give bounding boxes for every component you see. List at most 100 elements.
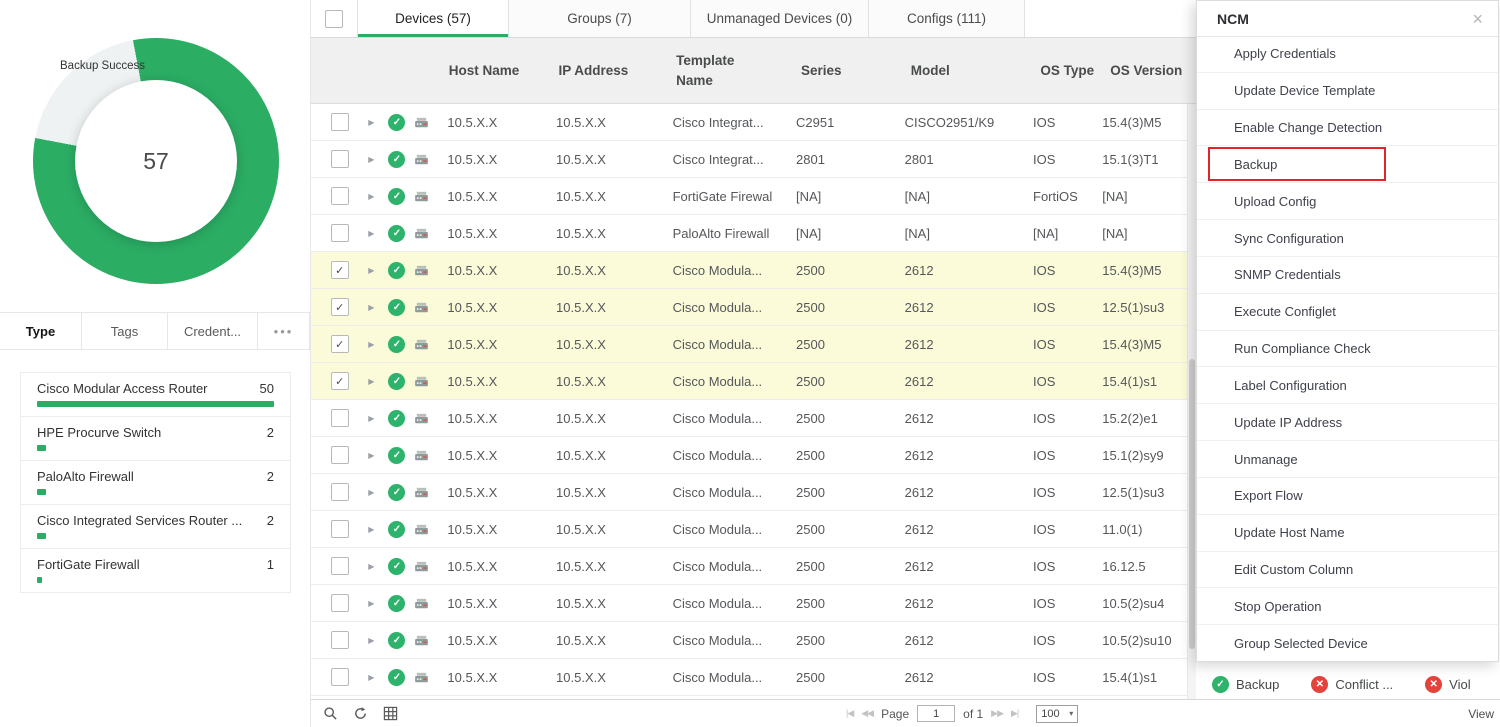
row-checkbox[interactable]	[331, 150, 349, 168]
row-checkbox[interactable]	[331, 520, 349, 538]
menu-item-run-compliance-check[interactable]: Run Compliance Check	[1197, 331, 1498, 368]
view-link[interactable]: View	[1468, 707, 1494, 721]
table-scrollbar[interactable]	[1187, 104, 1196, 699]
row-checkbox[interactable]	[331, 187, 349, 205]
expand-arrow-icon[interactable]: ▶	[368, 488, 374, 497]
grid-icon[interactable]	[383, 706, 398, 721]
col-header-ip-address[interactable]: IP Address	[544, 63, 662, 78]
expand-arrow-icon[interactable]: ▶	[368, 303, 374, 312]
cell-host-name[interactable]: 10.5.X.X	[433, 448, 542, 463]
menu-item-edit-custom-column[interactable]: Edit Custom Column	[1197, 552, 1498, 589]
type-list-item[interactable]: PaloAlto Firewall 2	[21, 461, 290, 505]
row-checkbox[interactable]	[331, 224, 349, 242]
last-page-button[interactable]: ▶|	[1011, 708, 1018, 719]
cell-host-name[interactable]: 10.5.X.X	[433, 485, 542, 500]
table-row[interactable]: ▶ ✓ 10.5.X.X 10.5.X.X Cisco Modula... 25…	[311, 400, 1187, 437]
tab-groups-7[interactable]: Groups (7)	[509, 0, 691, 37]
cell-host-name[interactable]: 10.5.X.X	[433, 633, 542, 648]
menu-item-execute-configlet[interactable]: Execute Configlet	[1197, 294, 1498, 331]
expand-arrow-icon[interactable]: ▶	[368, 525, 374, 534]
cell-host-name[interactable]: 10.5.X.X	[433, 226, 542, 241]
type-list-item[interactable]: Cisco Integrated Services Router ... 2	[21, 505, 290, 549]
menu-item-enable-change-detection[interactable]: Enable Change Detection	[1197, 110, 1498, 147]
table-row[interactable]: ✓ ▶ ✓ 10.5.X.X 10.5.X.X Cisco Modula... …	[311, 326, 1187, 363]
menu-item-update-host-name[interactable]: Update Host Name	[1197, 515, 1498, 552]
expand-arrow-icon[interactable]: ▶	[368, 155, 374, 164]
tab-devices-57[interactable]: Devices (57)	[357, 0, 509, 37]
search-icon[interactable]	[323, 706, 338, 721]
menu-item-export-flow[interactable]: Export Flow	[1197, 478, 1498, 515]
col-header-os-type[interactable]: OS Type	[1026, 63, 1096, 78]
cell-host-name[interactable]: 10.5.X.X	[433, 152, 542, 167]
col-header-os-version[interactable]: OS Version	[1096, 63, 1196, 78]
next-page-button[interactable]: ▶▶	[991, 708, 1003, 719]
cell-host-name[interactable]: 10.5.X.X	[433, 374, 542, 389]
table-row[interactable]: ✓ ▶ ✓ 10.5.X.X 10.5.X.X Cisco Modula... …	[311, 289, 1187, 326]
menu-item-label-configuration[interactable]: Label Configuration	[1197, 367, 1498, 404]
cell-host-name[interactable]: 10.5.X.X	[433, 596, 542, 611]
expand-arrow-icon[interactable]: ▶	[368, 377, 374, 386]
expand-arrow-icon[interactable]: ▶	[368, 229, 374, 238]
row-checkbox[interactable]	[331, 113, 349, 131]
menu-item-group-selected-device[interactable]: Group Selected Device	[1197, 625, 1498, 661]
row-checkbox[interactable]	[331, 594, 349, 612]
row-checkbox[interactable]	[331, 631, 349, 649]
tab-configs-111[interactable]: Configs (111)	[869, 0, 1025, 37]
table-row[interactable]: ▶ ✓ 10.5.X.X 10.5.X.X PaloAlto Firewall …	[311, 215, 1187, 252]
col-header-host-name[interactable]: Host Name	[435, 63, 545, 78]
row-checkbox[interactable]: ✓	[331, 335, 349, 353]
cell-host-name[interactable]: 10.5.X.X	[433, 337, 542, 352]
table-row[interactable]: ▶ ✓ 10.5.X.X 10.5.X.X FortiGate Firewal …	[311, 178, 1187, 215]
table-row[interactable]: ▶ ✓ 10.5.X.X 10.5.X.X Cisco Modula... 25…	[311, 437, 1187, 474]
table-row[interactable]: ▶ ✓ 10.5.X.X 10.5.X.X Cisco Modula... 25…	[311, 474, 1187, 511]
cell-host-name[interactable]: 10.5.X.X	[433, 411, 542, 426]
table-row[interactable]: ▶ ✓ 10.5.X.X 10.5.X.X Cisco Integrat... …	[311, 104, 1187, 141]
left-tab-credent[interactable]: Credent...	[168, 313, 258, 349]
col-header-series[interactable]: Series	[787, 63, 897, 78]
page-size-select[interactable]: 100 ▾	[1036, 705, 1078, 723]
tab-unmanaged-devices-0[interactable]: Unmanaged Devices (0)	[691, 0, 869, 37]
menu-item-apply-credentials[interactable]: Apply Credentials	[1197, 36, 1498, 73]
menu-item-snmp-credentials[interactable]: SNMP Credentials	[1197, 257, 1498, 294]
menu-item-update-device-template[interactable]: Update Device Template	[1197, 73, 1498, 110]
left-tab-tags[interactable]: Tags	[82, 313, 168, 349]
row-checkbox[interactable]	[331, 668, 349, 686]
row-checkbox[interactable]	[331, 446, 349, 464]
table-row[interactable]: ▶ ✓ 10.5.X.X 10.5.X.X Cisco Modula... 25…	[311, 511, 1187, 548]
cell-host-name[interactable]: 10.5.X.X	[433, 559, 542, 574]
page-number-input[interactable]	[917, 705, 955, 722]
table-row[interactable]: ▶ ✓ 10.5.X.X 10.5.X.X Cisco Modula... 25…	[311, 622, 1187, 659]
type-list-item[interactable]: FortiGate Firewall 1	[21, 549, 290, 593]
col-header-model[interactable]: Model	[897, 63, 1027, 78]
left-tab-more[interactable]: •••	[258, 313, 310, 349]
expand-arrow-icon[interactable]: ▶	[368, 451, 374, 460]
menu-item-unmanage[interactable]: Unmanage	[1197, 441, 1498, 478]
expand-arrow-icon[interactable]: ▶	[368, 192, 374, 201]
table-row[interactable]: ▶ ✓ 10.5.X.X 10.5.X.X Cisco Modula... 25…	[311, 585, 1187, 622]
type-list-item[interactable]: HPE Procurve Switch 2	[21, 417, 290, 461]
expand-arrow-icon[interactable]: ▶	[368, 340, 374, 349]
first-page-button[interactable]: |◀	[846, 708, 853, 719]
expand-arrow-icon[interactable]: ▶	[368, 266, 374, 275]
close-icon[interactable]: ×	[1472, 10, 1483, 28]
expand-arrow-icon[interactable]: ▶	[368, 562, 374, 571]
menu-item-sync-configuration[interactable]: Sync Configuration	[1197, 220, 1498, 257]
col-header-template-name[interactable]: Template Name	[662, 51, 787, 90]
cell-host-name[interactable]: 10.5.X.X	[433, 189, 542, 204]
expand-arrow-icon[interactable]: ▶	[368, 636, 374, 645]
table-row[interactable]: ▶ ✓ 10.5.X.X 10.5.X.X Cisco Modula... 25…	[311, 548, 1187, 585]
refresh-icon[interactable]	[353, 706, 368, 721]
cell-host-name[interactable]: 10.5.X.X	[433, 300, 542, 315]
table-row[interactable]: ▶ ✓ 10.5.X.X 10.5.X.X Cisco Integrat... …	[311, 141, 1187, 178]
row-checkbox[interactable]: ✓	[331, 298, 349, 316]
menu-item-backup[interactable]: Backup	[1197, 146, 1498, 183]
left-tab-type[interactable]: Type	[0, 313, 82, 349]
menu-item-upload-config[interactable]: Upload Config	[1197, 183, 1498, 220]
type-list-item[interactable]: Cisco Modular Access Router 50	[21, 373, 290, 417]
menu-item-stop-operation[interactable]: Stop Operation	[1197, 588, 1498, 625]
expand-arrow-icon[interactable]: ▶	[368, 414, 374, 423]
table-row[interactable]: ▶ ✓ 10.5.X.X 10.5.X.X Cisco Modula... 25…	[311, 659, 1187, 696]
cell-host-name[interactable]: 10.5.X.X	[433, 115, 542, 130]
row-checkbox[interactable]: ✓	[331, 261, 349, 279]
table-row[interactable]: ✓ ▶ ✓ 10.5.X.X 10.5.X.X Cisco Modula... …	[311, 363, 1187, 400]
